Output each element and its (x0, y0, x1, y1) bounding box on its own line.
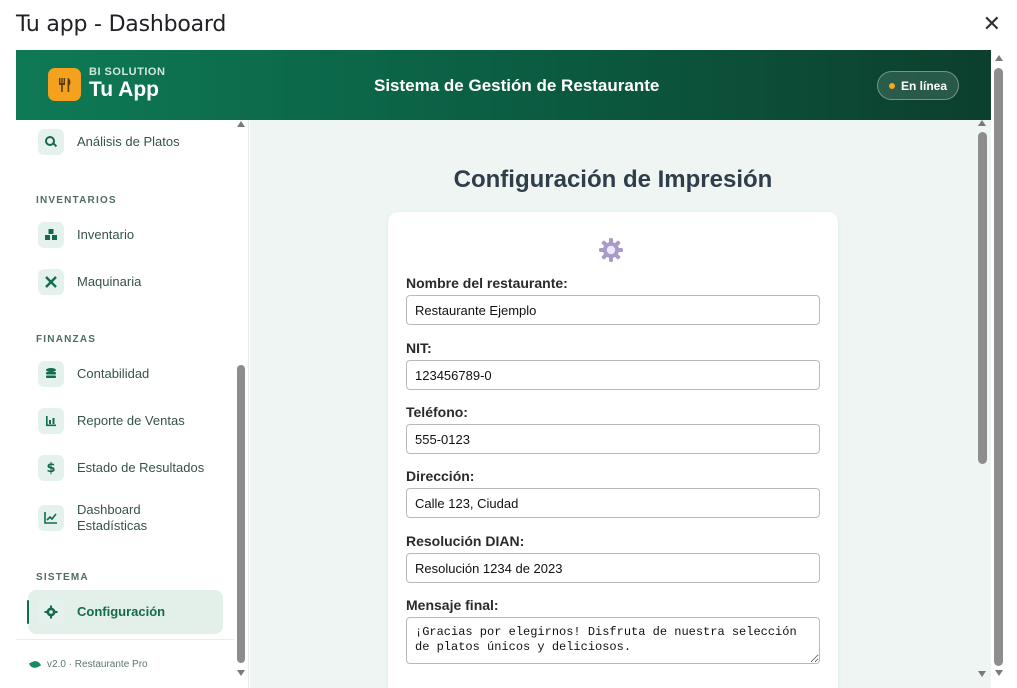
fork-knife-icon (48, 68, 81, 101)
address-label: Dirección: (406, 468, 475, 484)
address-input[interactable] (406, 488, 820, 518)
dian-resolution-label: Resolución DIAN: (406, 533, 525, 549)
sidebar-item-reporte-ventas[interactable]: Reporte de Ventas (28, 399, 223, 443)
line-chart-icon (38, 505, 64, 531)
coins-icon (38, 361, 64, 387)
sidebar-item-label: Dashboard Estadísticas (77, 502, 148, 533)
bar-chart-icon (38, 408, 64, 434)
header-title: Sistema de Gestión de Restaurante (374, 76, 660, 95)
status-badge: En línea (877, 71, 959, 100)
restaurant-name-label: Nombre del restaurante: (406, 275, 568, 291)
sidebar-item-label: Estado de Resultados (77, 460, 205, 475)
dian-resolution-input[interactable] (406, 553, 820, 583)
sidebar-item-estado-resultados[interactable]: $ Estado de Resultados (28, 446, 223, 490)
sidebar-scroll-thumb[interactable] (237, 365, 245, 663)
app-header: BI SOLUTION Tu App Sistema de Gestión de… (16, 50, 991, 120)
sidebar: Análisis de Platos INVENTARIOS Inventari… (16, 120, 249, 688)
final-message-label: Mensaje final: (406, 597, 499, 613)
sidebar-item-analisis-platos[interactable]: Análisis de Platos (28, 120, 223, 164)
window-scrollbar[interactable] (992, 50, 1006, 688)
sidebar-item-contabilidad[interactable]: Contabilidad (28, 352, 223, 396)
brand-subtitle: BI SOLUTION (89, 66, 166, 78)
scroll-down-icon[interactable] (978, 671, 986, 677)
tools-icon (38, 269, 64, 295)
main-scrollbar[interactable] (975, 120, 989, 688)
status-label: En línea (900, 78, 947, 93)
leaf-icon (28, 658, 42, 670)
gear-icon (597, 236, 625, 269)
sidebar-item-label: Maquinaria (77, 274, 142, 289)
sidebar-item-label: Análisis de Platos (77, 134, 180, 149)
window-title: Tu app - Dashboard (16, 12, 227, 37)
gear-icon (38, 599, 64, 625)
nit-label: NIT: (406, 340, 432, 356)
sidebar-footer: v2.0 · Restaurante Pro (16, 639, 234, 688)
version-text: v2.0 · Restaurante Pro (47, 658, 148, 670)
scroll-up-icon[interactable] (995, 55, 1003, 61)
phone-input[interactable] (406, 424, 820, 454)
scroll-up-icon[interactable] (237, 121, 245, 127)
sidebar-item-dashboard-estadisticas[interactable]: Dashboard Estadísticas (28, 493, 223, 543)
scroll-down-icon[interactable] (237, 670, 245, 676)
scroll-up-icon[interactable] (978, 120, 986, 126)
window-scroll-thumb[interactable] (994, 68, 1003, 666)
magnifier-chart-icon (38, 129, 64, 155)
nit-input[interactable] (406, 360, 820, 390)
sidebar-scrollbar[interactable] (235, 120, 247, 688)
main-content: Configuración de Impresión Nombre del re… (250, 120, 991, 688)
page-title: Configuración de Impresión (453, 166, 773, 193)
sidebar-item-inventario[interactable]: Inventario (28, 213, 223, 257)
section-title-inventarios: INVENTARIOS (36, 195, 117, 206)
brand-name: Tu App (89, 78, 159, 101)
sidebar-item-label: Configuración (77, 604, 166, 619)
settings-card: Nombre del restaurante: NIT: Teléfono: D… (388, 212, 838, 688)
section-title-finanzas: FINANZAS (36, 334, 97, 345)
restaurant-name-input[interactable] (406, 295, 820, 325)
sidebar-item-maquinaria[interactable]: Maquinaria (28, 260, 223, 304)
dollar-icon: $ (38, 455, 64, 481)
window-titlebar: Tu app - Dashboard ✕ (0, 0, 1017, 50)
final-message-textarea[interactable]: ¡Gracias por elegirnos! Disfruta de nues… (406, 617, 820, 664)
sidebar-item-label: Contabilidad (77, 366, 150, 381)
sidebar-item-configuracion[interactable]: Configuración (27, 590, 223, 634)
phone-label: Teléfono: (406, 404, 468, 420)
close-icon[interactable]: ✕ (983, 14, 1001, 36)
status-dot-icon (888, 82, 895, 89)
sidebar-item-label: Inventario (77, 227, 135, 242)
scroll-down-icon[interactable] (995, 670, 1003, 676)
boxes-icon (38, 222, 64, 248)
main-scroll-thumb[interactable] (978, 132, 987, 464)
sidebar-item-label: Reporte de Ventas (77, 413, 185, 428)
app-frame: BI SOLUTION Tu App Sistema de Gestión de… (16, 50, 991, 688)
section-title-sistema: SISTEMA (36, 572, 89, 583)
